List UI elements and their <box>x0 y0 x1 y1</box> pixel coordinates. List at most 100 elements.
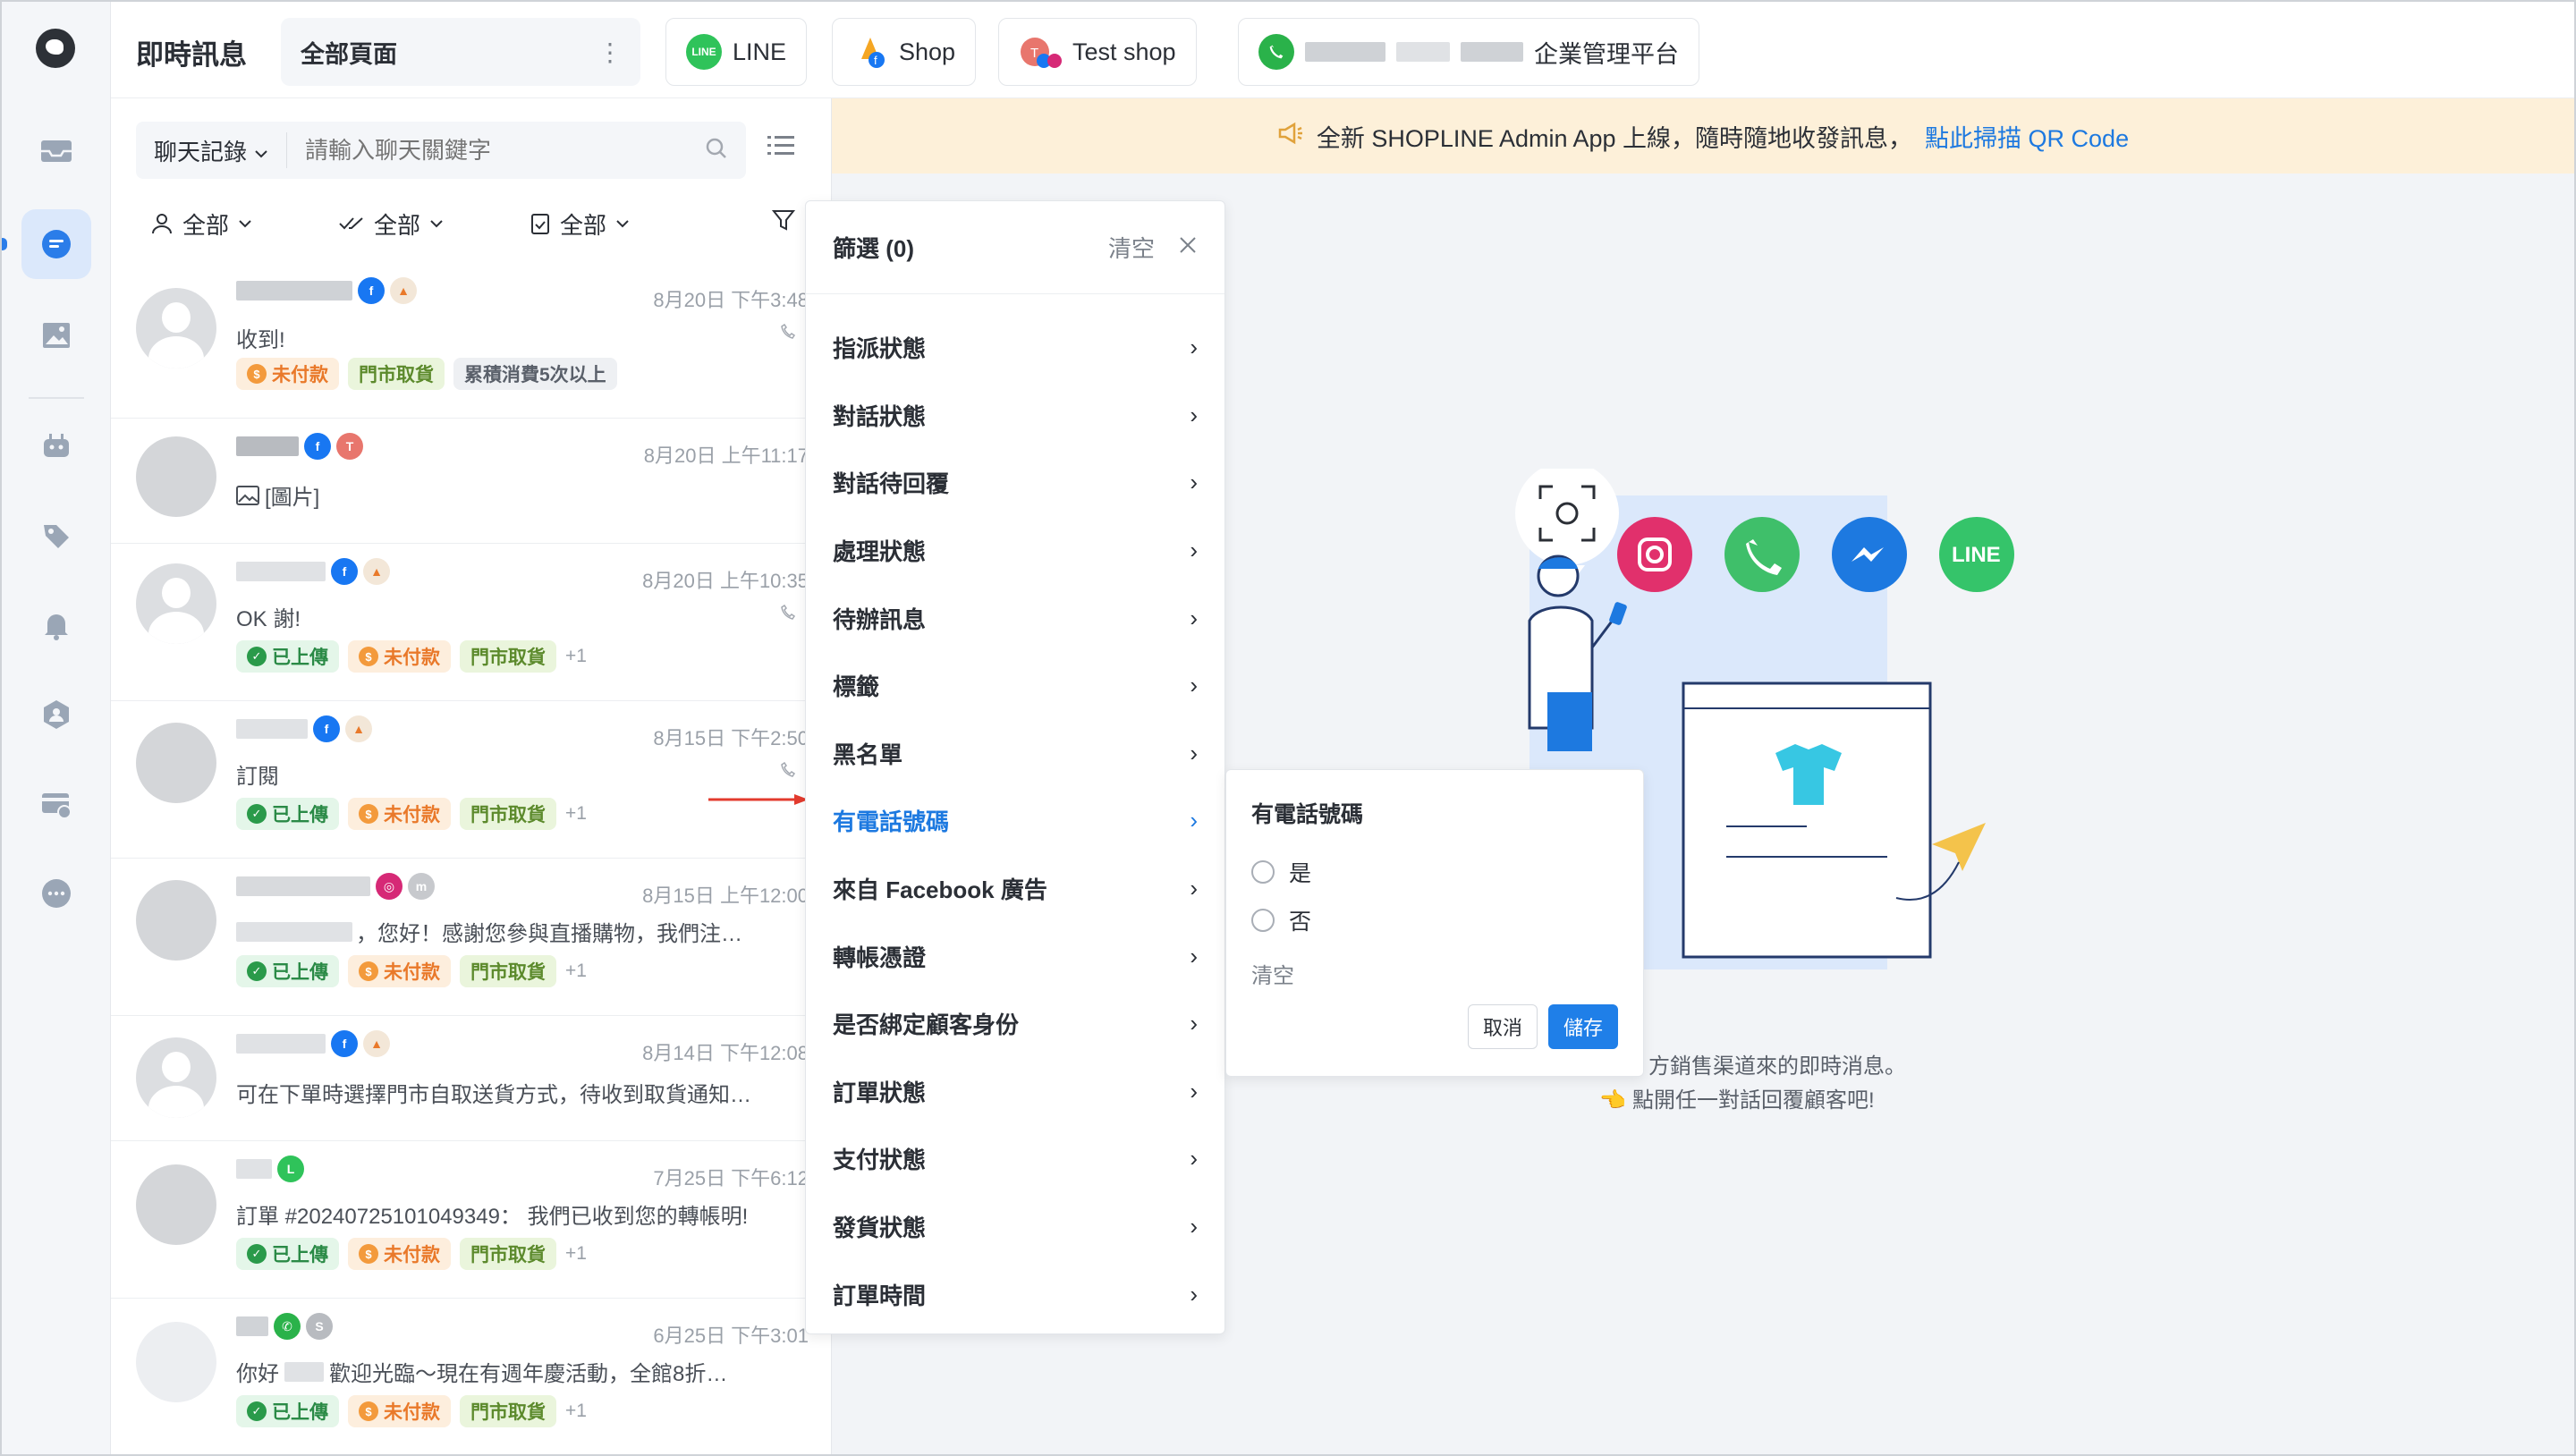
tag-unpaid: $ 未付款 <box>348 1395 451 1427</box>
conversation-tags: ✓ 已上傳 $ 未付款 門市取貨 +1 <box>236 1395 587 1427</box>
task-filter-label: 全部 <box>560 211 607 239</box>
assignee-filter[interactable]: 全部 <box>150 207 252 241</box>
filter-category-label: 訂單狀態 <box>833 1079 927 1106</box>
chevron-down-icon <box>616 220 629 228</box>
channel-tab-enterprise[interactable]: 企業管理平台 <box>1238 18 1699 86</box>
filter-category-item[interactable]: 有電話號碼 › <box>806 787 1224 855</box>
channel-tab-shop[interactable]: f Shop <box>832 18 977 86</box>
search-type-select[interactable]: 聊天記錄 <box>136 132 288 168</box>
top-bar: 即時訊息 全部頁面 ⋮ LINE LINE f Shop T Test shop <box>111 2 2574 98</box>
banner-text: 全新 SHOPLINE Admin App 上線，隨時隨地收發訊息， <box>1316 124 1913 152</box>
filter-category-item[interactable]: 發貨狀態 › <box>806 1193 1224 1261</box>
filter-category-item[interactable]: 來自 Facebook 廣告 › <box>806 855 1224 923</box>
conversation-tags: ✓ 已上傳 $ 未付款 門市取貨 +1 <box>236 1238 587 1270</box>
image-icon <box>236 485 259 505</box>
redacted-name <box>236 1034 326 1054</box>
tag-unpaid: $ 未付款 <box>348 1238 451 1270</box>
tag-unpaid: $ 未付款 <box>348 640 451 673</box>
read-filter[interactable]: 全部 <box>338 207 444 241</box>
filter-category-item[interactable]: 訂單時間 › <box>806 1260 1224 1328</box>
option-no[interactable]: 否 <box>1251 904 1311 936</box>
empty-state-line-2: 👈 點開任一對話回覆顧客吧! <box>1599 1088 1875 1113</box>
task-filter[interactable]: 全部 <box>530 207 630 241</box>
facebook-icon: f <box>331 1030 358 1057</box>
conversation-message: 你好 歡迎光臨～現在有週年慶活動，全館8折… <box>236 1361 728 1386</box>
option-yes[interactable]: 是 <box>1251 856 1311 888</box>
avatar <box>136 436 216 517</box>
facebook-icon: f <box>313 715 340 742</box>
logo-icon[interactable] <box>36 29 75 68</box>
contact-name: f ▲ <box>236 715 372 742</box>
conversation-list-pane: 聊天記錄 全部 全部 <box>111 98 832 1454</box>
tag-uploaded: ✓ 已上傳 <box>236 955 339 987</box>
filter-category-item[interactable]: 支付狀態 › <box>806 1125 1224 1193</box>
tag-unpaid: $ 未付款 <box>348 955 451 987</box>
phone-filter-title: 有電話號碼 <box>1251 802 1364 827</box>
filter-category-item[interactable]: 對話待回覆 › <box>806 449 1224 517</box>
conversation-item[interactable]: L 7月25日 下午6:12 訂單 #20240725101049349： 我們… <box>111 1141 809 1299</box>
conversation-item[interactable]: f ▲ 8月20日 下午3:48 收到! $ 未付款 門市取貨 累積消費5次以上 <box>111 265 809 419</box>
contact-name: L <box>236 1155 304 1182</box>
inbox-icon[interactable] <box>21 116 91 186</box>
whatsapp-icon: ✆ <box>274 1313 301 1340</box>
filter-category-list: 指派狀態 › 對話狀態 › 對話待回覆 › 處理狀態 › 待辦訊息 › 標籤 › 黑名單 › 有電話號碼 › 來… <box>806 294 1224 1328</box>
contact-name: ◎ m <box>236 873 435 900</box>
user-icon <box>152 214 172 234</box>
left-rail <box>2 2 111 1454</box>
chevron-down-icon <box>430 220 443 228</box>
conversation-item[interactable]: f T 8月20日 上午11:17 [圖片] <box>111 419 809 544</box>
conversation-tags: ✓ 已上傳 $ 未付款 門市取貨 +1 <box>236 798 587 830</box>
channel-tab-test-shop[interactable]: T Test shop <box>998 18 1197 86</box>
search-icon[interactable] <box>705 137 728 165</box>
conversation-item[interactable]: ◎ m 8月15日 上午12:00 ，您好！感謝您參與直播購物，我們注… ✓ 已上… <box>111 859 809 1016</box>
radio-no[interactable] <box>1251 909 1275 932</box>
list-view-icon[interactable] <box>767 134 794 162</box>
conversation-message: [圖片] <box>236 479 319 511</box>
bell-icon[interactable] <box>21 590 91 660</box>
tag-icon[interactable] <box>21 501 91 571</box>
radio-yes[interactable] <box>1251 860 1275 884</box>
more-icon[interactable] <box>21 859 91 928</box>
conversation-time: 8月15日 下午2:50 <box>653 727 809 749</box>
filter-category-item[interactable]: 轉帳憑證 › <box>806 922 1224 990</box>
filter-category-item[interactable]: 是否綁定顧客身份 › <box>806 990 1224 1058</box>
filter-clear-button[interactable]: 清空 <box>1108 231 1155 264</box>
channel-tab-label: LINE <box>733 38 787 65</box>
phone-filter-clear-button[interactable]: 清空 <box>1251 958 1294 989</box>
chevron-right-icon: › <box>1190 1280 1198 1308</box>
filter-row: 全部 全部 全部 <box>150 204 794 243</box>
redacted-name <box>236 876 370 896</box>
phone-filter-panel: 有電話號碼 是 否 清空 取消 儲存 <box>1225 769 1644 1077</box>
banner-link[interactable]: 點此掃描 QR Code <box>1925 119 2129 154</box>
chat-icon[interactable] <box>21 209 91 279</box>
bot-icon[interactable] <box>21 411 91 481</box>
kebab-icon[interactable]: ⋮ <box>597 38 623 67</box>
page-select[interactable]: 全部頁面 ⋮ <box>281 18 640 86</box>
filter-category-item[interactable]: 對話狀態 › <box>806 382 1224 450</box>
filter-category-item[interactable]: 待辦訊息 › <box>806 584 1224 652</box>
conversation-item[interactable]: f ▲ 8月15日 下午2:50 訂閱 ✓ 已上傳 $ 未付款 門市取貨 +1 <box>111 701 809 859</box>
filter-category-item[interactable]: 黑名單 › <box>806 720 1224 788</box>
settings-card-icon[interactable] <box>21 769 91 839</box>
filter-category-item[interactable]: 處理狀態 › <box>806 517 1224 585</box>
search-input[interactable] <box>287 136 705 165</box>
conversation-item[interactable]: f ▲ 8月14日 下午12:08 可在下單時選擇門市自取送貨方式，待收到取貨通… <box>111 1016 809 1141</box>
more-tags-count: +1 <box>565 961 587 981</box>
filter-category-item[interactable]: 訂單狀態 › <box>806 1058 1224 1126</box>
media-icon[interactable] <box>21 301 91 370</box>
channel-tab-line[interactable]: LINE LINE <box>665 18 808 86</box>
tag-unpaid: $ 未付款 <box>348 798 451 830</box>
line-icon: LINE <box>686 34 722 70</box>
save-button[interactable]: 儲存 <box>1548 1004 1618 1049</box>
close-icon[interactable] <box>1178 235 1198 259</box>
team-icon[interactable] <box>21 680 91 749</box>
conversation-item[interactable]: ✆ S 6月25日 下午3:01 你好 歡迎光臨～現在有週年慶活動，全館8折… … <box>111 1299 809 1454</box>
read-filter-label: 全部 <box>374 211 421 239</box>
facebook-icon: f <box>304 433 331 460</box>
cancel-button[interactable]: 取消 <box>1468 1004 1538 1049</box>
filter-category-item[interactable]: 標籤 › <box>806 652 1224 720</box>
filter-category-label: 指派狀態 <box>833 335 927 363</box>
filter-category-item[interactable]: 指派狀態 › <box>806 314 1224 382</box>
conversation-item[interactable]: f ▲ 8月20日 上午10:35 OK 謝! ✓ 已上傳 $ 未付款 門市取貨 +… <box>111 544 809 701</box>
filter-funnel-icon[interactable] <box>771 207 796 237</box>
